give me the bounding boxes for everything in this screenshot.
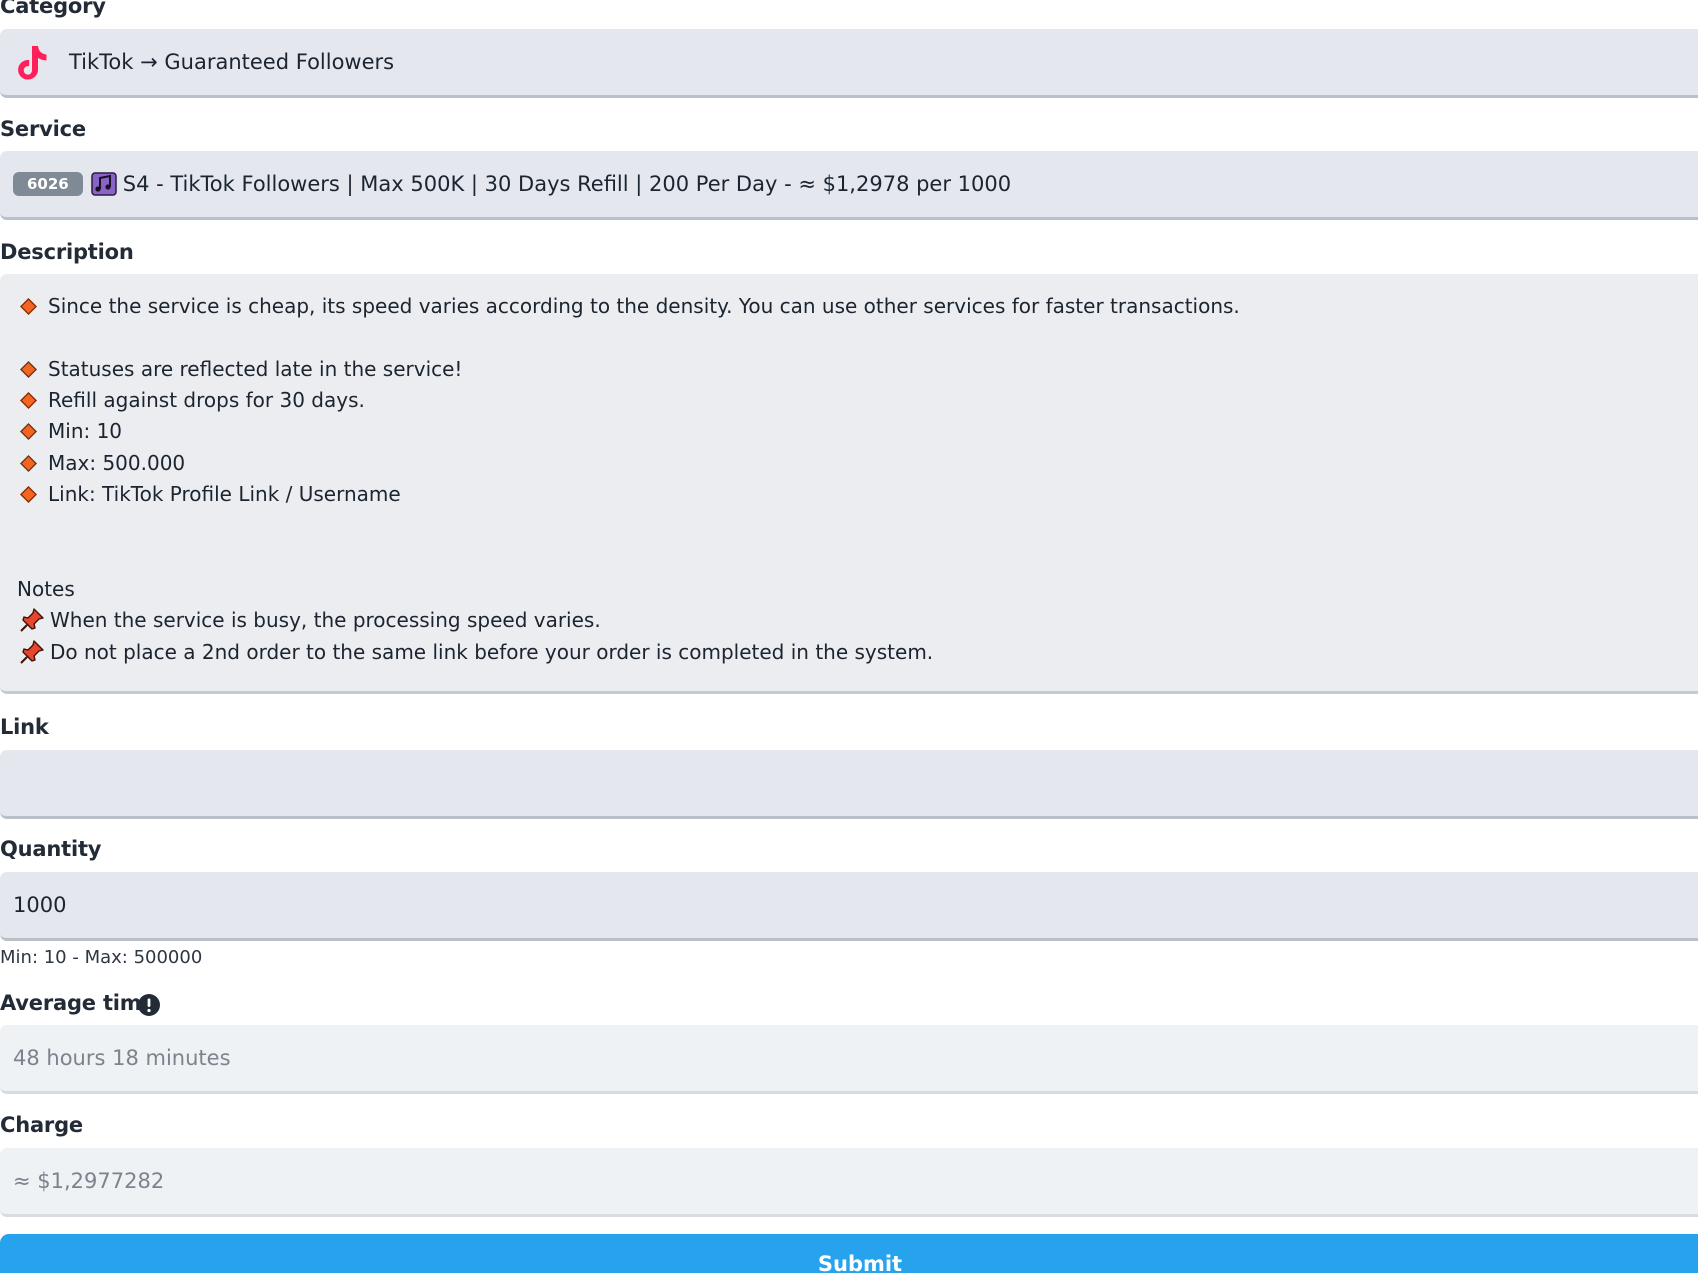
description-text: Link: TikTok Profile Link / Username <box>48 482 401 506</box>
average-time-label: Average time <box>0 991 156 1015</box>
order-form: Category TikTok → Guaranteed Followers S… <box>0 0 1698 1273</box>
description-text: Min: 10 <box>48 419 123 443</box>
service-id-badge: 6026 <box>13 172 83 196</box>
charge-value: ≈ $1,2977282 <box>13 1169 165 1193</box>
orange-diamond-icon <box>20 297 37 315</box>
service-value: S4 - TikTok Followers | Max 500K | 30 Da… <box>122 172 1012 196</box>
description-line: Since the service is cheap, its speed va… <box>20 294 1240 318</box>
note-line: Do not place a 2nd order to the same lin… <box>20 639 933 665</box>
category-label: Category <box>0 0 106 18</box>
link-label: Link <box>0 715 49 739</box>
service-label: Service <box>0 117 86 141</box>
description-line: Statuses are reflected late in the servi… <box>20 357 462 381</box>
note-line: When the service is busy, the processing… <box>20 607 601 633</box>
link-field <box>0 750 1698 819</box>
pushpin-icon <box>20 640 44 664</box>
service-content: 6026 S4 - TikTok Followers | Max 500K | … <box>13 151 1011 217</box>
charge-label: Charge <box>0 1113 83 1137</box>
description-box: Since the service is cheap, its speed va… <box>0 274 1698 694</box>
orange-diamond-icon <box>20 454 37 472</box>
description-text: Since the service is cheap, its speed va… <box>48 294 1240 318</box>
description-text: Max: 500.000 <box>48 451 186 475</box>
service-select[interactable]: 6026 S4 - TikTok Followers | Max 500K | … <box>0 151 1698 220</box>
orange-diamond-icon <box>20 360 37 378</box>
quantity-hint: Min: 10 - Max: 500000 <box>0 947 203 968</box>
orange-diamond-icon <box>20 391 37 409</box>
notes-title: Notes <box>17 577 75 601</box>
charge-field: ≈ $1,2977282 <box>0 1148 1698 1217</box>
quantity-input[interactable] <box>13 872 1613 938</box>
tiktok-icon <box>18 46 47 80</box>
description-line: Min: 10 <box>20 419 122 443</box>
description-text: Statuses are reflected late in the servi… <box>48 357 463 381</box>
category-content: TikTok → Guaranteed Followers <box>13 29 394 95</box>
category-value: TikTok → Guaranteed Followers <box>69 50 395 74</box>
average-time-field: 48 hours 18 minutes <box>0 1025 1698 1094</box>
average-time-value: 48 hours 18 minutes <box>13 1046 231 1070</box>
link-input[interactable] <box>13 750 1613 816</box>
note-text: When the service is busy, the processing… <box>50 608 601 632</box>
note-text: Do not place a 2nd order to the same lin… <box>50 640 934 664</box>
orange-diamond-icon <box>20 485 37 503</box>
description-line: Link: TikTok Profile Link / Username <box>20 482 401 506</box>
music-note-icon <box>91 172 117 196</box>
quantity-label: Quantity <box>0 837 102 861</box>
category-select[interactable]: TikTok → Guaranteed Followers <box>0 29 1698 98</box>
submit-button[interactable]: Submit <box>0 1234 1698 1273</box>
description-line: Max: 500.000 <box>20 451 185 475</box>
quantity-field <box>0 872 1698 941</box>
description-label: Description <box>0 240 134 264</box>
pushpin-icon <box>20 608 44 632</box>
description-line: Refill against drops for 30 days. <box>20 388 365 412</box>
description-text: Refill against drops for 30 days. <box>48 388 365 412</box>
info-icon[interactable] <box>137 993 161 1017</box>
orange-diamond-icon <box>20 422 37 440</box>
